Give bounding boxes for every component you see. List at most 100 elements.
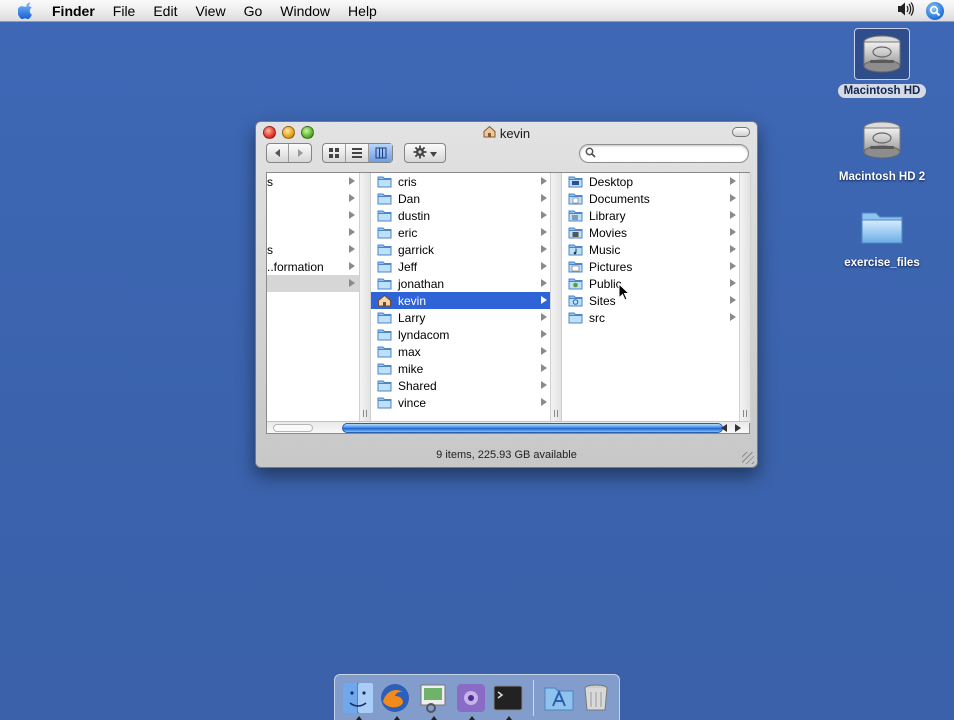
dock-separator — [532, 679, 534, 716]
folder-icon — [377, 192, 392, 205]
title-bar[interactable]: kevin — [256, 122, 757, 144]
volume-icon[interactable] — [896, 1, 914, 20]
disclosure-arrow-icon — [730, 296, 736, 304]
desktop-icon-label: Macintosh HD 2 — [838, 171, 926, 183]
column-view-button[interactable] — [369, 144, 392, 162]
column-2[interactable]: cris Dan dustin eric garrick Jeff jonath… — [371, 173, 551, 423]
list-item[interactable]: Dan — [371, 190, 551, 207]
spotlight-icon[interactable] — [926, 1, 944, 20]
list-item-selected[interactable]: kevin — [371, 292, 551, 309]
disclosure-arrow-icon — [541, 313, 547, 321]
disclosure-arrow-icon — [541, 381, 547, 389]
menu-file[interactable]: File — [104, 0, 145, 22]
menu-help[interactable]: Help — [339, 0, 386, 22]
folder-icon — [377, 260, 392, 273]
forward-button[interactable] — [289, 144, 311, 162]
preview-icon[interactable] — [416, 680, 450, 720]
list-item[interactable]: mike — [371, 360, 551, 377]
list-item[interactable]: Library — [562, 207, 740, 224]
status-bar: 9 items, 225.93 GB available — [256, 443, 757, 467]
trash-icon[interactable] — [579, 680, 613, 716]
scroll-left-arrow-icon[interactable] — [721, 424, 727, 432]
list-item[interactable] — [267, 224, 359, 241]
search-input[interactable] — [599, 147, 739, 160]
public-folder-icon — [568, 277, 583, 290]
column-1[interactable]: s s ..formation — [267, 173, 359, 423]
list-item[interactable]: vince — [371, 394, 551, 411]
library-folder-icon — [568, 209, 583, 222]
disclosure-arrow-icon — [730, 262, 736, 270]
folder-icon — [377, 311, 392, 324]
list-item[interactable] — [267, 207, 359, 224]
list-item[interactable]: Public — [562, 275, 740, 292]
disclosure-arrow-icon — [349, 279, 355, 287]
resize-grip-icon[interactable] — [742, 452, 754, 464]
disclosure-arrow-icon — [541, 330, 547, 338]
action-menu-button[interactable] — [404, 143, 446, 163]
list-item[interactable]: Larry — [371, 309, 551, 326]
disclosure-arrow-icon — [541, 347, 547, 355]
disclosure-arrow-icon — [730, 279, 736, 287]
dock — [334, 674, 620, 720]
apple-icon[interactable] — [0, 0, 52, 22]
menu-go[interactable]: Go — [235, 0, 272, 22]
terminal-icon[interactable] — [491, 680, 525, 720]
list-item[interactable]: s — [267, 241, 359, 258]
list-item[interactable]: eric — [371, 224, 551, 241]
home-icon — [483, 125, 496, 141]
gear-icon — [413, 145, 427, 162]
disclosure-arrow-icon — [541, 279, 547, 287]
search-field[interactable] — [579, 144, 749, 163]
horizontal-scrollbar[interactable] — [267, 421, 749, 433]
list-item[interactable] — [267, 190, 359, 207]
desktop-icon-exercise-files[interactable]: exercise_files — [832, 200, 932, 270]
list-item[interactable]: s — [267, 173, 359, 190]
list-item[interactable]: jonathan — [371, 275, 551, 292]
disclosure-arrow-icon — [541, 262, 547, 270]
disclosure-arrow-icon — [541, 194, 547, 202]
list-item-selected[interactable] — [267, 275, 359, 292]
applications-folder-icon[interactable] — [542, 680, 576, 716]
disclosure-arrow-icon — [730, 313, 736, 321]
list-item[interactable]: max — [371, 343, 551, 360]
list-item[interactable]: lyndacom — [371, 326, 551, 343]
disclosure-arrow-icon — [541, 228, 547, 236]
list-item[interactable]: garrick — [371, 241, 551, 258]
scrollbar-thumb[interactable] — [342, 423, 723, 433]
disclosure-arrow-icon — [730, 228, 736, 236]
menu-finder[interactable]: Finder — [52, 0, 104, 22]
list-item[interactable]: Jeff — [371, 258, 551, 275]
photoshop-icon[interactable] — [454, 680, 488, 720]
list-item[interactable]: Desktop — [562, 173, 740, 190]
column-3[interactable]: Desktop Documents Library Movies Music P… — [562, 173, 740, 423]
list-item[interactable]: cris — [371, 173, 551, 190]
list-item[interactable]: Music — [562, 241, 740, 258]
menu-view[interactable]: View — [186, 0, 234, 22]
disclosure-arrow-icon — [730, 211, 736, 219]
folder-icon — [568, 311, 583, 324]
column-resize-handle[interactable] — [550, 173, 562, 423]
list-item[interactable]: Sites — [562, 292, 740, 309]
list-item[interactable]: dustin — [371, 207, 551, 224]
list-item[interactable]: Movies — [562, 224, 740, 241]
disclosure-arrow-icon — [541, 177, 547, 185]
movies-folder-icon — [568, 226, 583, 239]
list-item[interactable]: Shared — [371, 377, 551, 394]
scroll-right-arrow-icon[interactable] — [735, 424, 741, 432]
list-item[interactable]: Documents — [562, 190, 740, 207]
column-resize-handle[interactable] — [359, 173, 371, 423]
list-item[interactable]: Pictures — [562, 258, 740, 275]
finder-icon[interactable] — [341, 680, 375, 720]
menu-window[interactable]: Window — [271, 0, 339, 22]
back-button[interactable] — [267, 144, 289, 162]
list-view-button[interactable] — [346, 144, 369, 162]
toolbar-toggle-button[interactable] — [732, 127, 750, 137]
list-item[interactable]: ..formation — [267, 258, 359, 275]
desktop-icon-macintosh-hd[interactable]: Macintosh HD — [832, 28, 932, 98]
list-item[interactable]: src — [562, 309, 740, 326]
desktop-icon-macintosh-hd-2[interactable]: Macintosh HD 2 — [832, 114, 932, 184]
firefox-icon[interactable] — [379, 680, 413, 720]
menu-edit[interactable]: Edit — [144, 0, 186, 22]
icon-view-button[interactable] — [323, 144, 346, 162]
column-resize-handle[interactable] — [739, 173, 751, 423]
